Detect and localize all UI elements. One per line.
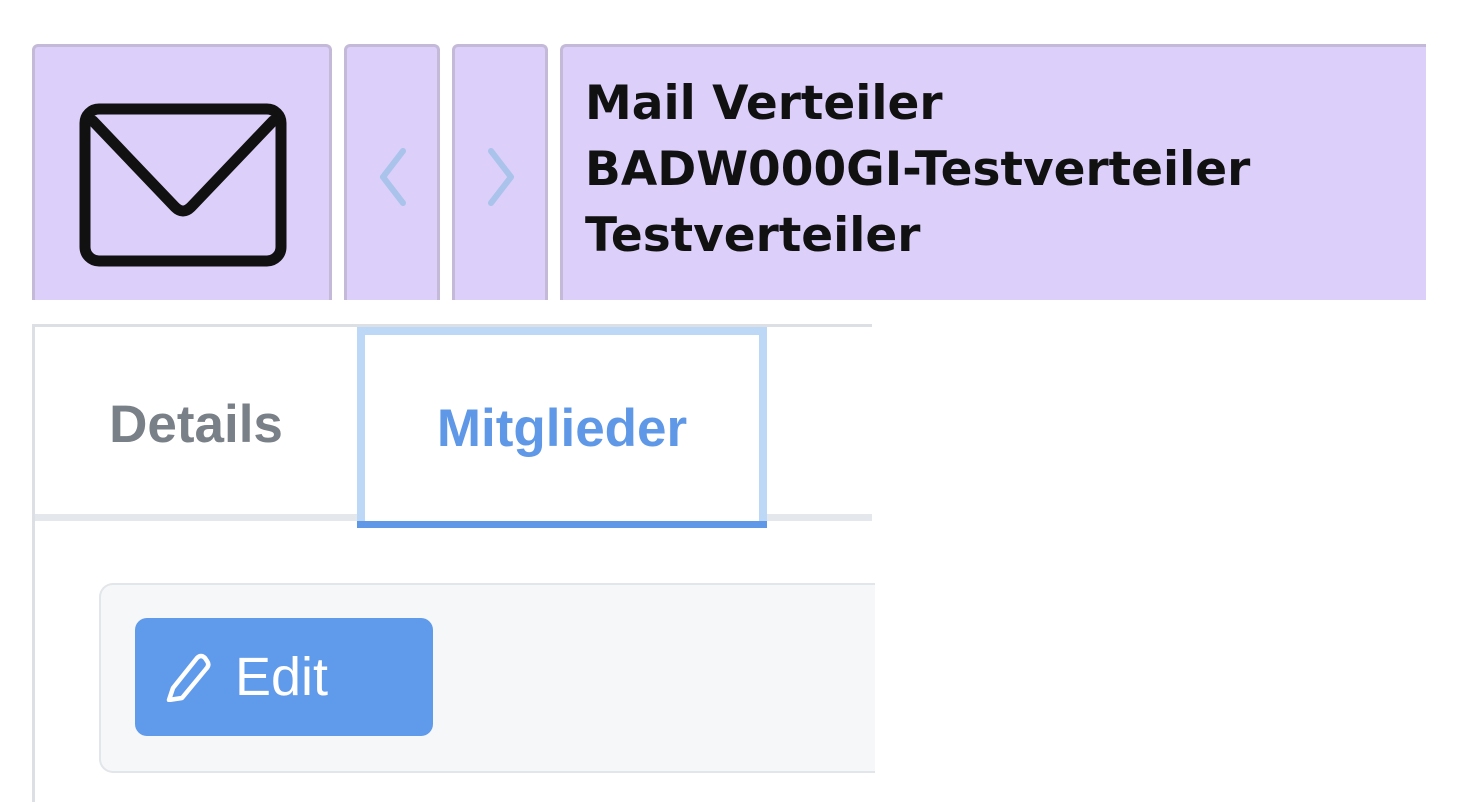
envelope-icon xyxy=(79,103,287,267)
tab-details[interactable]: Details xyxy=(35,327,357,521)
record-title-box: Mail Verteiler BADW000GI-Testverteiler T… xyxy=(560,44,1426,300)
record-id-label: BADW000GI-Testverteiler xyxy=(585,142,1251,197)
tab-mitglieder[interactable]: Mitglieder xyxy=(357,327,767,528)
edit-button[interactable]: Edit xyxy=(135,618,433,736)
record-type-tile xyxy=(32,44,332,300)
next-record-button[interactable] xyxy=(452,44,548,300)
chevron-right-icon xyxy=(488,148,514,206)
previous-record-button[interactable] xyxy=(344,44,440,300)
tab-bar: Details Mitglieder xyxy=(35,327,872,528)
members-toolbar: Edit xyxy=(99,583,875,773)
record-header: Mail Verteiler BADW000GI-Testverteiler T… xyxy=(32,44,1426,300)
record-name-label: Testverteiler xyxy=(585,208,921,263)
chevron-left-icon xyxy=(380,148,406,206)
detail-panel: Details Mitglieder Edit xyxy=(32,324,875,802)
edit-button-label: Edit xyxy=(235,647,329,707)
record-type-label: Mail Verteiler xyxy=(585,76,943,131)
record-title: Mail Verteiler BADW000GI-Testverteiler T… xyxy=(585,71,1250,269)
pencil-icon xyxy=(166,653,211,702)
